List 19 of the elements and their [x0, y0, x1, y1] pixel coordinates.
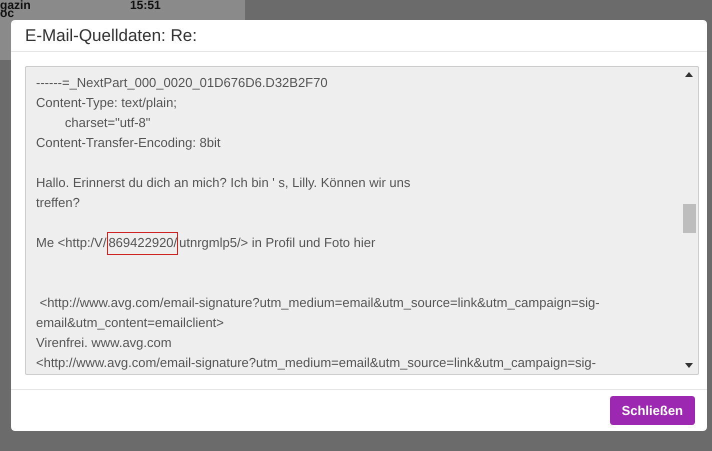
source-text-area[interactable] [25, 66, 699, 375]
scroll-thumb[interactable] [683, 204, 696, 233]
source-line: charset="utf-8" [64, 114, 150, 132]
source-line: ------=_NextPart_000_0020_01D676D6.D32B2F70 [36, 74, 328, 92]
source-line: Me <http:/V/869422920/utnrgmlp5/> in Profil und Foto hier [36, 232, 376, 253]
source-line: Hallo. Erinnerst du dich an mich? Ich bin ' s, Lilly. Können wir uns [36, 174, 410, 192]
scroll-down-icon[interactable] [685, 362, 693, 368]
source-line: <http://www.avg.com/email-signature?utm_medium=email&utm_source=link&utm_campaign=sig- [36, 354, 596, 372]
scroll-up-icon[interactable] [685, 72, 693, 77]
dialog-title: E-Mail-Quelldaten: Re: [25, 24, 197, 47]
source-line: <http://www.avg.com/email-signature?utm_medium=email&utm_source=link&utm_campaign=sig- [38, 294, 600, 312]
highlight-box: 869422920/ [108, 232, 178, 254]
source-line: Content-Type: text/plain; [36, 94, 177, 112]
source-line: Content-Transfer-Encoding: 8bit [36, 134, 221, 152]
source-line: email&utm_content=emailclient> [36, 314, 224, 332]
source-line: treffen? [36, 194, 80, 212]
source-line: Virenfrei. www.avg.com [36, 334, 172, 352]
list-item-time: 15:51 [130, 0, 161, 11]
close-button[interactable]: Schließen [610, 396, 695, 426]
